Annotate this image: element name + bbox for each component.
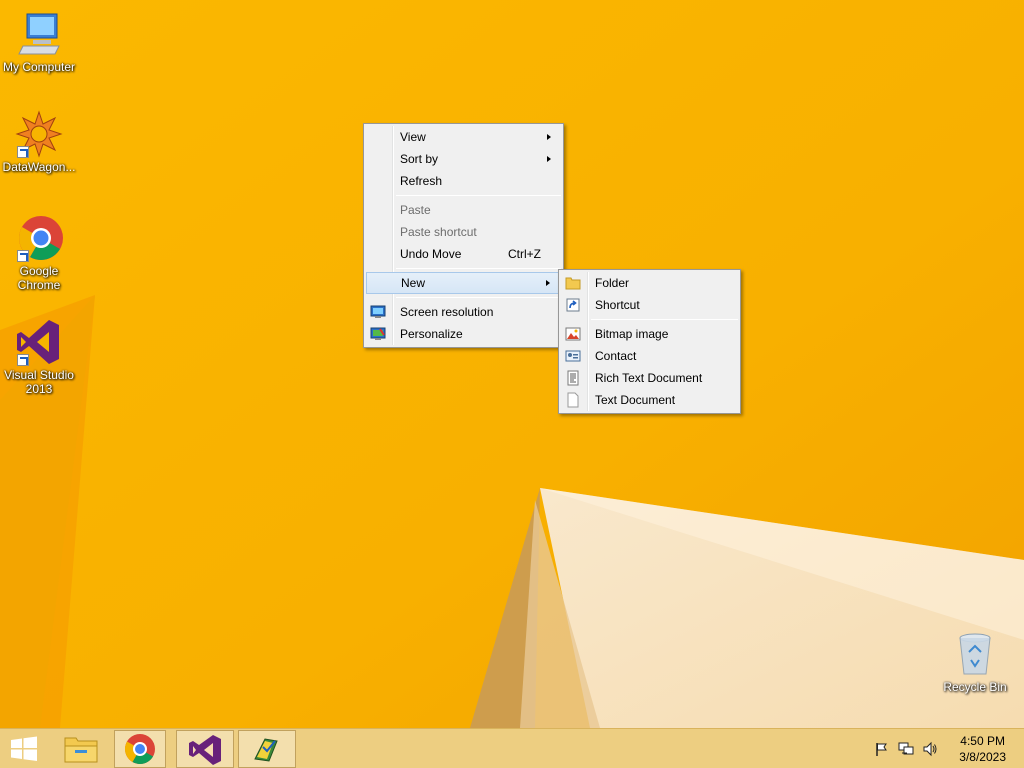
menu-item-new-bitmap-image[interactable]: Bitmap image xyxy=(561,323,738,345)
desktop-icon-label: Recycle Bin xyxy=(943,680,1007,694)
shortcut-arrow-icon xyxy=(17,146,29,158)
start-icon xyxy=(11,736,37,761)
menu-item-label: New xyxy=(401,276,426,290)
menu-separator xyxy=(591,319,738,320)
taskbar-visual-studio[interactable] xyxy=(176,730,234,768)
recycle-bin-icon xyxy=(951,630,999,678)
desktop-icon-label: My Computer xyxy=(2,60,76,74)
desktop[interactable]: My Computer DataWagon... Google Chrome V… xyxy=(0,0,1024,728)
bitmap-image-icon xyxy=(565,326,581,342)
menu-item-label: Personalize xyxy=(400,327,463,341)
visual-studio-icon xyxy=(189,735,221,765)
menu-item-label: Paste shortcut xyxy=(400,225,477,239)
menu-item-label: View xyxy=(400,130,426,144)
menu-item-label: Refresh xyxy=(400,174,443,188)
desktop-icon-recycle-bin[interactable]: Recycle Bin xyxy=(936,630,1014,694)
desktop-icon-visual-studio-2013[interactable]: Visual Studio 2013 xyxy=(0,318,78,396)
desktop-icon-datawagon[interactable]: DataWagon... xyxy=(0,110,78,174)
menu-item-new-contact[interactable]: Contact xyxy=(561,345,738,367)
taskbar-datawagon-app[interactable] xyxy=(238,730,296,768)
menu-item-label: Shortcut xyxy=(595,298,640,312)
datawagon-app-icon xyxy=(254,738,278,762)
taskbar-clock[interactable]: 4:50 PM 3/8/2023 xyxy=(959,733,1006,765)
menu-item-label: Rich Text Document xyxy=(595,371,703,385)
menu-item-screen-resolution[interactable]: Screen resolution xyxy=(366,301,561,323)
menu-item-shortcut-key: Ctrl+Z xyxy=(508,247,541,261)
desktop-icon-label: DataWagon... xyxy=(2,160,76,174)
clock-date: 3/8/2023 xyxy=(959,750,1006,764)
submenu-arrow-icon xyxy=(546,280,550,286)
menu-item-label: Bitmap image xyxy=(595,327,669,341)
desktop-icon-label-line1: Visual Studio xyxy=(4,368,74,382)
menu-item-label: Contact xyxy=(595,349,637,363)
menu-separator xyxy=(396,195,561,196)
network-icon[interactable] xyxy=(898,741,914,757)
menu-item-new-text-document[interactable]: Text Document xyxy=(561,389,738,411)
shortcut-arrow-icon xyxy=(17,354,29,366)
computer-icon xyxy=(15,10,63,58)
menu-item-paste: Paste xyxy=(366,199,561,221)
folder-icon xyxy=(565,275,581,291)
menu-item-new-folder[interactable]: Folder xyxy=(561,272,738,294)
desktop-icon-label-line2: Chrome xyxy=(17,278,61,292)
menu-item-view[interactable]: View xyxy=(366,126,561,148)
menu-item-new[interactable]: New xyxy=(366,272,561,294)
shortcut-icon xyxy=(565,297,581,313)
chrome-icon xyxy=(15,214,63,262)
volume-icon[interactable] xyxy=(922,741,938,757)
menu-item-label: Paste xyxy=(400,203,431,217)
chrome-icon xyxy=(124,734,155,765)
contact-icon xyxy=(565,348,581,364)
menu-separator xyxy=(396,297,561,298)
menu-item-personalize[interactable]: Personalize xyxy=(366,323,561,345)
action-center-flag-icon[interactable] xyxy=(874,741,890,757)
desktop-icon-google-chrome[interactable]: Google Chrome xyxy=(0,214,78,292)
new-submenu: Folder Shortcut Bitmap image Contact Ric… xyxy=(558,269,741,414)
submenu-arrow-icon xyxy=(547,134,551,140)
visual-studio-icon xyxy=(15,318,63,366)
desktop-icon-label-line2: 2013 xyxy=(25,382,53,396)
menu-separator xyxy=(396,268,561,269)
desktop-icon-my-computer[interactable]: My Computer xyxy=(0,10,78,74)
taskbar-file-explorer[interactable] xyxy=(56,730,106,768)
wallpaper xyxy=(0,0,1024,728)
start-button[interactable] xyxy=(0,730,48,768)
file-explorer-icon xyxy=(64,737,98,763)
rich-text-document-icon xyxy=(565,370,581,386)
shortcut-arrow-icon xyxy=(17,250,29,262)
personalize-icon xyxy=(370,326,386,342)
menu-item-refresh[interactable]: Refresh xyxy=(366,170,561,192)
datawagon-icon xyxy=(15,110,63,158)
menu-item-sort-by[interactable]: Sort by xyxy=(366,148,561,170)
submenu-arrow-icon xyxy=(547,156,551,162)
clock-time: 4:50 PM xyxy=(960,734,1005,748)
menu-item-new-rich-text-document[interactable]: Rich Text Document xyxy=(561,367,738,389)
menu-item-new-shortcut[interactable]: Shortcut xyxy=(561,294,738,316)
menu-item-label: Undo Move xyxy=(400,247,462,261)
menu-item-label: Sort by xyxy=(400,152,439,166)
taskbar: 4:50 PM 3/8/2023 xyxy=(0,728,1024,768)
taskbar-chrome[interactable] xyxy=(114,730,166,768)
menu-item-paste-shortcut: Paste shortcut xyxy=(366,221,561,243)
text-document-icon xyxy=(565,392,581,408)
desktop-context-menu: View Sort by Refresh Paste Paste shortcu… xyxy=(363,123,564,348)
desktop-icon-label-line1: Google xyxy=(19,264,59,278)
menu-item-label: Text Document xyxy=(595,393,676,407)
menu-item-undo-move[interactable]: Undo Move Ctrl+Z xyxy=(366,243,561,265)
menu-item-label: Screen resolution xyxy=(400,305,494,319)
screen-resolution-icon xyxy=(370,304,386,320)
menu-item-label: Folder xyxy=(595,276,630,290)
